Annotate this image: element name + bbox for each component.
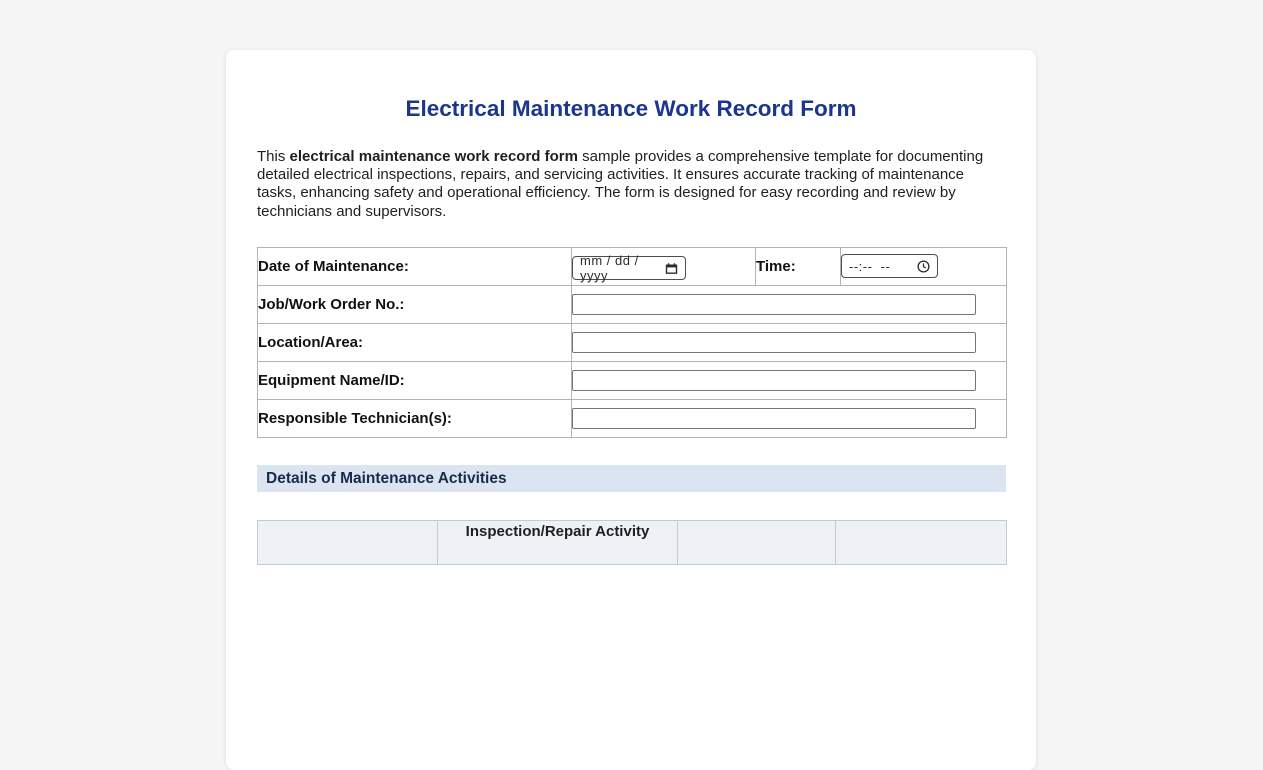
time-cell: --:-- -- xyxy=(840,246,1007,286)
table-row-date-time: Date of Maintenance: mm / dd / yyyy Time… xyxy=(257,246,1007,286)
table-row-location: Location/Area: xyxy=(257,322,1007,362)
technician-input[interactable] xyxy=(572,407,976,429)
maintenance-activities-table: Inspection/Repair Activity xyxy=(257,519,1007,565)
calendar-icon[interactable] xyxy=(665,262,678,275)
location-label: Location/Area: xyxy=(257,322,572,362)
job-order-input[interactable] xyxy=(572,293,976,315)
activities-header-row: Inspection/Repair Activity xyxy=(257,519,1007,565)
details-section-header: Details of Maintenance Activities xyxy=(257,464,1006,492)
location-cell xyxy=(571,322,1007,362)
date-placeholder: mm / dd / yyyy xyxy=(580,253,639,284)
technician-cell xyxy=(571,398,1007,438)
location-input[interactable] xyxy=(572,331,976,353)
job-order-label: Job/Work Order No.: xyxy=(257,284,572,324)
technician-label: Responsible Technician(s): xyxy=(257,398,572,438)
equipment-input[interactable] xyxy=(572,369,976,391)
intro-text-bold: electrical maintenance work record form xyxy=(289,148,578,165)
time-label: Time: xyxy=(755,246,841,286)
job-order-cell xyxy=(571,284,1007,324)
date-of-maintenance-label: Date of Maintenance: xyxy=(257,246,572,286)
activities-header-col4 xyxy=(835,519,1007,565)
intro-paragraph: This electrical maintenance work record … xyxy=(257,148,1005,221)
table-row-job-order: Job/Work Order No.: xyxy=(257,284,1007,324)
table-row-equipment: Equipment Name/ID: xyxy=(257,360,1007,400)
form-card: Electrical Maintenance Work Record Form … xyxy=(226,50,1036,770)
time-placeholder: --:-- -- xyxy=(849,258,891,274)
table-row-technician: Responsible Technician(s): xyxy=(257,398,1007,438)
date-input[interactable]: mm / dd / yyyy xyxy=(572,253,686,284)
intro-text-prefix: This xyxy=(257,148,290,165)
date-cell: mm / dd / yyyy xyxy=(571,246,756,286)
activities-header-col1 xyxy=(257,519,438,565)
work-record-table: Date of Maintenance: mm / dd / yyyy Time… xyxy=(257,246,1007,438)
page-title: Electrical Maintenance Work Record Form xyxy=(405,96,857,121)
equipment-cell xyxy=(571,360,1007,400)
time-input[interactable]: --:-- -- xyxy=(841,254,938,279)
activities-header-col3 xyxy=(677,519,836,565)
equipment-label: Equipment Name/ID: xyxy=(257,360,572,400)
activities-header-col2: Inspection/Repair Activity xyxy=(437,519,678,565)
clock-icon[interactable] xyxy=(917,260,930,273)
